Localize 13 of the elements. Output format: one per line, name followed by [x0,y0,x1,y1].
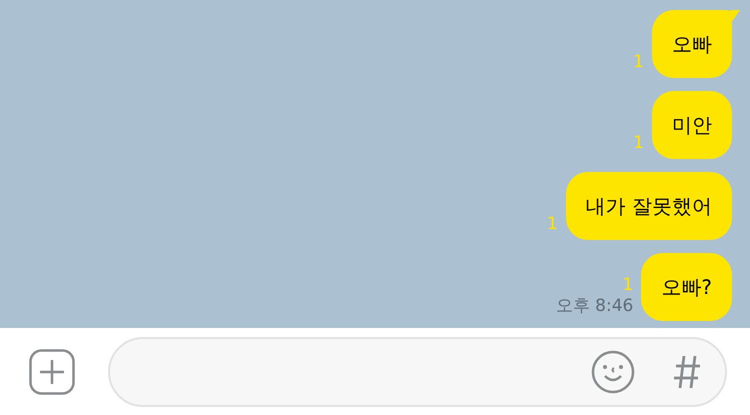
message-bubble: 내가 잘못했어 [566,172,732,240]
unread-count: 1 [622,275,634,295]
message-bubble: 오빠 [652,10,732,78]
add-icon[interactable] [29,348,75,394]
unread-count: 1 [546,214,558,236]
emoji-icon[interactable] [591,350,635,394]
message-bubble: 오빠? [641,253,732,321]
message-time: 오후 8:46 [556,295,634,317]
unread-count: 1 [633,133,644,155]
unread-count: 1 [633,52,644,74]
message-bubble: 미안 [652,91,732,159]
hashtag-icon[interactable] [673,354,701,390]
bubble-tail [730,10,740,24]
